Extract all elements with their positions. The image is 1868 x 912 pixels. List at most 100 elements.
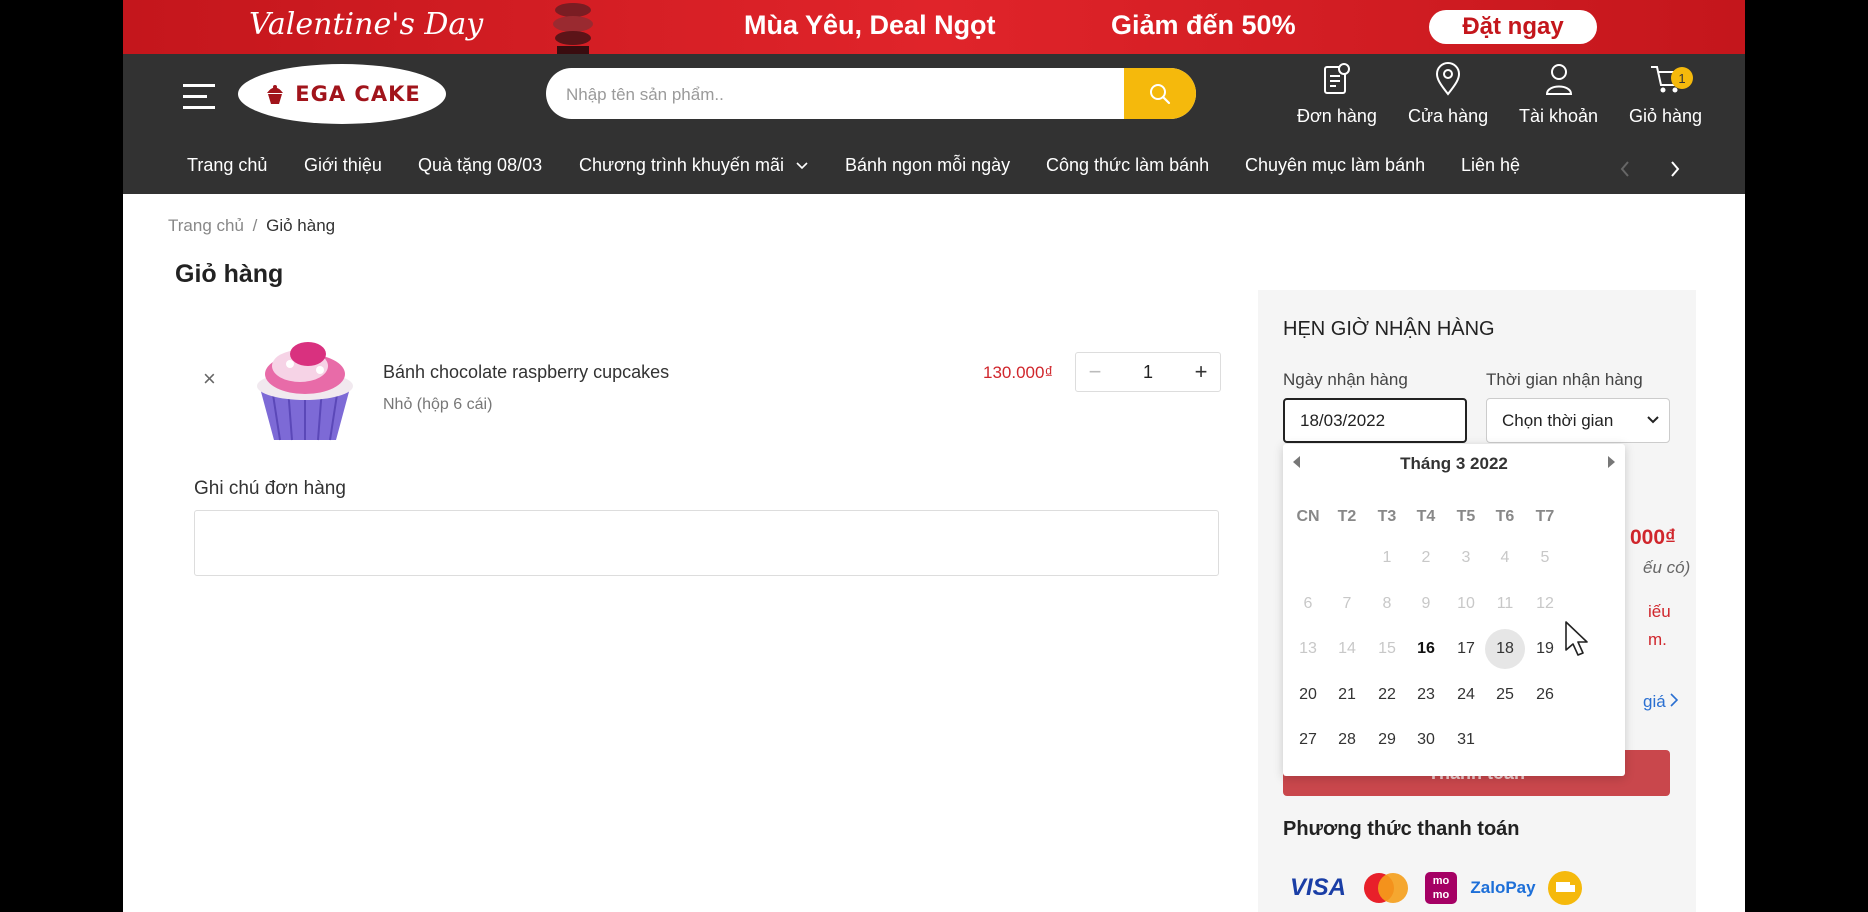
promo-slogan: Mùa Yêu, Deal Ngọt (744, 10, 996, 40)
menu-icon[interactable] (183, 84, 215, 110)
calendar-day[interactable]: 26 (1525, 675, 1565, 715)
calendar-day[interactable]: 22 (1367, 675, 1407, 715)
macaron-image (553, 3, 593, 54)
calendar-day: 3 (1461, 549, 1471, 566)
quantity-input[interactable]: 1 (1114, 353, 1182, 391)
product-variant: Nhỏ (hộp 6 cái) (383, 396, 493, 413)
weekday-label: T3 (1377, 508, 1397, 525)
delivery-time-label: Thời gian nhận hàng (1486, 370, 1643, 389)
search-input[interactable] (564, 68, 1128, 119)
account-label: Tài khoản (1519, 106, 1599, 126)
promo-discount: Giảm đến 50% (1111, 10, 1296, 40)
breadcrumb-home[interactable]: Trang chủ (168, 216, 244, 235)
breadcrumb: Trang chủ / Giỏ hàng (168, 216, 335, 236)
cart-link[interactable]: Giỏ hàng 1 (1629, 60, 1702, 127)
chevron-down-icon (1647, 416, 1659, 424)
calendar-day: 7 (1342, 594, 1352, 612)
calendar-day: 4 (1500, 549, 1510, 566)
quantity-stepper: − 1 + (1075, 352, 1221, 392)
increase-quantity-button[interactable]: + (1182, 353, 1220, 391)
calendar-day: 1 (1382, 549, 1392, 566)
nav-item-contact[interactable]: Liên hệ (1461, 155, 1520, 176)
calendar-month: Tháng 3 (1400, 454, 1466, 473)
weekday-label: T6 (1495, 508, 1515, 525)
nav-item-about[interactable]: Giới thiệu (304, 155, 382, 176)
visa-logo: VISA (1289, 874, 1346, 901)
calendar-day[interactable]: 30 (1406, 720, 1446, 760)
order-now-button[interactable]: Đặt ngay (1429, 10, 1597, 44)
mastercard-logo (1358, 868, 1414, 908)
calendar-month-year: Tháng 3 2022 (1283, 454, 1625, 474)
breadcrumb-current: Giỏ hàng (266, 216, 336, 235)
nav-item-recipes[interactable]: Công thức làm bánh (1046, 155, 1209, 176)
calendar-day[interactable]: 19 (1525, 629, 1565, 669)
user-icon (1545, 64, 1572, 95)
cupcake-icon (267, 85, 284, 104)
search-bar (546, 68, 1196, 119)
nav-next-icon[interactable] (1669, 159, 1681, 179)
calendar-day: 13 (1299, 640, 1317, 657)
calendar-day: 12 (1536, 594, 1554, 612)
calendar-day[interactable]: 27 (1288, 720, 1328, 760)
product-name[interactable]: Bánh chocolate raspberry cupcakes (383, 362, 669, 383)
account-link[interactable]: Tài khoản (1519, 60, 1598, 127)
delivery-time-select[interactable]: Chọn thời gian (1486, 398, 1670, 443)
weekday-label: T7 (1535, 508, 1555, 525)
orders-label: Đơn hàng (1297, 106, 1377, 126)
calendar-day[interactable]: 28 (1327, 720, 1367, 760)
clipboard-icon (1323, 63, 1350, 94)
mouse-cursor (1565, 621, 1588, 656)
valentine-title: Valentine's Day (249, 7, 484, 42)
calendar-day[interactable]: 20 (1288, 675, 1328, 715)
total-amount: 000₫ (1630, 526, 1676, 549)
delivery-time-value: Chọn thời gian (1502, 411, 1614, 430)
delivery-date-label: Ngày nhận hàng (1283, 370, 1408, 389)
calendar-day: 9 (1421, 594, 1431, 612)
calendar-day[interactable]: 25 (1485, 675, 1525, 715)
promo-banner[interactable]: Valentine's Day Mùa Yêu, Deal Ngọt Giảm … (123, 0, 1745, 54)
delivery-schedule-title: HẸN GIỜ NHẬN HÀNG (1283, 318, 1495, 340)
weekday-label: T4 (1416, 508, 1436, 525)
calendar-day[interactable]: 29 (1367, 720, 1407, 760)
nav-prev-icon[interactable] (1619, 159, 1631, 179)
nav-item-promotions[interactable]: Chương trình khuyến mãi (579, 155, 809, 176)
chevron-right-icon (1670, 693, 1679, 707)
calendar-day: 15 (1378, 640, 1396, 657)
next-month-icon[interactable] (1608, 456, 1615, 468)
calendar-day: 10 (1457, 594, 1475, 612)
min-order-warning-line1: iếu (1648, 602, 1671, 621)
calendar-day[interactable]: 23 (1406, 675, 1446, 715)
order-note-textarea[interactable] (194, 510, 1219, 576)
nav-item-baking-topics[interactable]: Chuyên mục làm bánh (1245, 155, 1425, 176)
logo[interactable]: EGA CAKE (238, 64, 446, 124)
breadcrumb-separator: / (252, 216, 258, 235)
delivery-date-input[interactable]: 18/03/2022 (1283, 398, 1467, 443)
min-order-warning-line2: m. (1648, 630, 1667, 649)
nav-item-home[interactable]: Trang chủ (187, 155, 267, 176)
order-note-label: Ghi chú đơn hàng (194, 478, 346, 499)
calendar-day[interactable]: 18 (1485, 629, 1525, 669)
remove-item-button[interactable]: × (203, 366, 216, 392)
search-button[interactable] (1124, 68, 1196, 119)
calendar-day[interactable]: 16 (1406, 629, 1446, 669)
chevron-down-icon (796, 162, 808, 170)
nav-item-gifts[interactable]: Quà tặng 08/03 (418, 155, 542, 176)
stores-link[interactable]: Cửa hàng (1408, 60, 1488, 127)
calendar-day[interactable]: 17 (1446, 629, 1486, 669)
decrease-quantity-button[interactable]: − (1076, 353, 1114, 391)
product-image[interactable] (250, 336, 360, 442)
page: Valentine's Day Mùa Yêu, Deal Ngọt Giảm … (123, 0, 1745, 912)
zalopay-logo: ZaloPay (1470, 878, 1536, 897)
calendar-day[interactable]: 21 (1327, 675, 1367, 715)
quote-link[interactable]: giá (1643, 692, 1679, 712)
location-pin-icon (1436, 62, 1461, 96)
calendar-day[interactable]: 31 (1446, 720, 1486, 760)
main-nav: Trang chủ Giới thiệu Quà tặng 08/03 Chươ… (123, 144, 1745, 194)
orders-link[interactable]: Đơn hàng (1297, 60, 1377, 127)
date-picker: Tháng 3 2022 CN T2 T3 T4 T5 T6 T7 1 2 3 4 5 6 7 8 9 10 1… (1283, 444, 1625, 776)
momo-logo: mo mo (1424, 868, 1458, 908)
cod-logo (1546, 868, 1584, 908)
nav-item-daily-cakes[interactable]: Bánh ngon mỗi ngày (845, 155, 1010, 176)
calendar-day: 2 (1421, 549, 1431, 566)
calendar-day[interactable]: 24 (1446, 675, 1486, 715)
